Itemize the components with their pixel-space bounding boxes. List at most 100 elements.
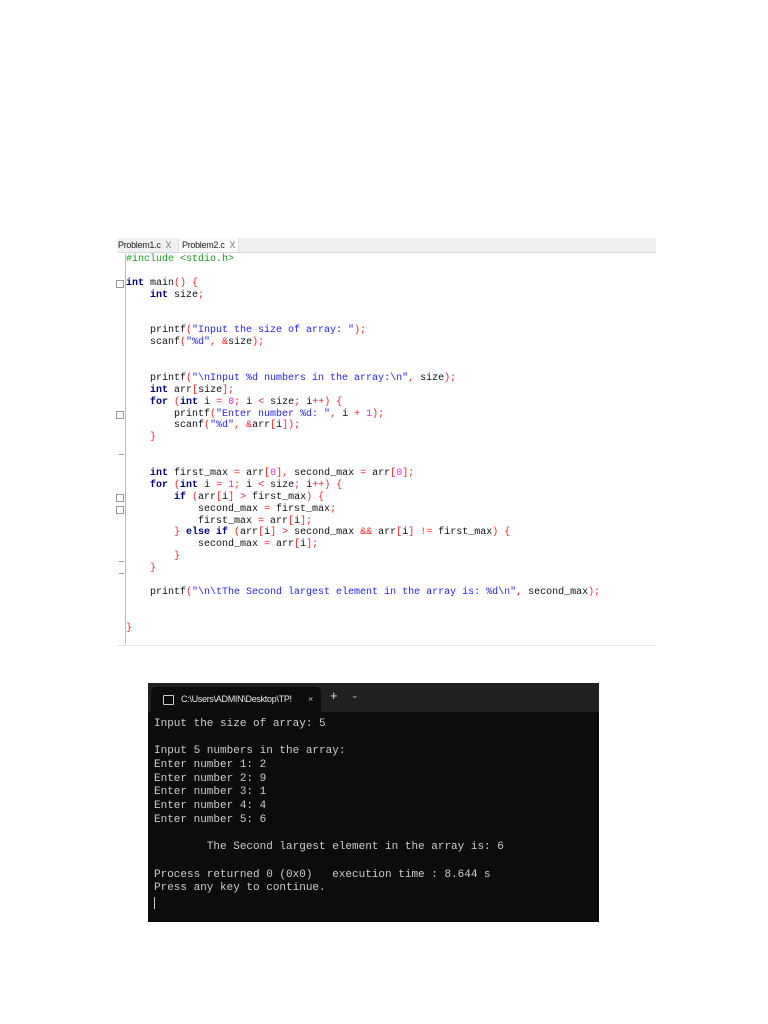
terminal-tab-bar: C:\Users\ADMIN\Desktop\TP! × + ⌄ [148,683,599,712]
code-token: size [420,372,445,384]
code-token: , [408,372,421,384]
code-token: arr [270,539,295,551]
code-token: ]; [402,468,415,480]
close-icon[interactable]: × [308,687,313,712]
code-token: size [198,384,223,396]
code-token: ); [372,408,385,420]
code-token: "%d" [210,420,235,432]
code-token: ); [252,337,265,349]
code-token: second_max [288,468,361,480]
code-token: arr [264,515,289,527]
code-token: ]; [306,539,319,551]
code-token: ); [444,372,457,384]
code-area[interactable]: #include <stdio.h> int main() { int size;… [126,254,600,635]
terminal-output[interactable]: Input the size of array: 5 Input 5 number… [154,718,504,909]
fold-gutter [116,254,126,644]
code-token: printf [126,325,187,337]
text-cursor [154,896,155,909]
code-token: for [150,479,169,491]
code-token: printf [126,408,211,420]
code-token: int [150,468,169,480]
fold-end-marker [119,454,124,455]
terminal-icon [163,695,174,705]
code-token: i [300,396,313,408]
terminal-line: Enter number 1: 2 [154,759,267,772]
code-token: ); [354,325,367,337]
new-tab-button[interactable]: + [330,688,338,703]
code-line: } [126,432,600,444]
code-token: printf [126,372,187,384]
code-token: arr [372,527,397,539]
code-token: int [180,479,199,491]
code-token: first_max [270,503,331,515]
code-token: arr [252,420,271,432]
code-token: arr [366,468,391,480]
code-token: i [198,479,217,491]
code-line: int size; [126,290,600,302]
fold-toggle-icon[interactable] [116,506,124,514]
code-token: () { [174,277,199,289]
code-token: arr [168,384,193,396]
code-token: size [264,479,295,491]
editor-tab-bar: Problem1.c X Problem2.c X [117,238,656,253]
code-line: } else if (arr[i] > second_max && arr[i]… [126,527,600,539]
code-token: ]; [300,515,313,527]
code-line: } [126,551,600,563]
fold-end-marker [119,561,124,562]
code-token: second_max [294,527,361,539]
code-token: i [240,396,259,408]
code-token: i [342,408,355,420]
code-token: size [168,289,199,301]
code-token: if [174,491,187,503]
terminal-tab-title: C:\Users\ADMIN\Desktop\TP! [181,694,292,704]
code-token: first_max [438,527,493,539]
tab-problem2[interactable]: Problem2.c X [178,238,240,252]
terminal-line: Enter number 3: 1 [154,786,267,799]
code-line: printf("\n\tThe Second largest element i… [126,587,600,599]
code-token: arr [240,527,259,539]
code-token: } [126,432,157,444]
code-editor-screenshot: Problem1.c X Problem2.c X #include <stdio.… [116,238,656,646]
code-token: ]; [222,384,235,396]
close-icon[interactable]: X [166,240,172,250]
code-line: int main() { [126,278,600,290]
code-line: scanf("%d", &arr[i]); [126,420,600,432]
code-line: if (arr[i] > first_max) { [126,492,600,504]
code-line: } [126,623,600,635]
code-token: size [228,337,253,349]
fold-toggle-icon[interactable] [116,494,124,502]
code-token: "\n\tThe Second largest element in the a… [192,586,517,598]
code-token: first_max [168,468,235,480]
code-token: ); [588,586,601,598]
tab-problem1[interactable]: Problem1.c X [118,238,172,252]
code-line: } [126,563,600,575]
code-token: int [150,289,169,301]
fold-toggle-icon[interactable] [116,280,124,288]
code-token: > [276,527,295,539]
chevron-down-icon[interactable]: ⌄ [351,690,359,701]
fold-toggle-icon[interactable] [116,411,124,419]
tab-label: Problem2.c [182,240,225,250]
code-token: "%d" [186,337,211,349]
code-token: "Input the size of array: " [192,325,355,337]
code-token: second_max [528,586,589,598]
code-token: ]); [282,420,301,432]
code-token: int [180,396,199,408]
code-line: int arr[size]; [126,385,600,397]
close-icon[interactable]: X [230,240,236,250]
code-line: for (int i = 1; i < size; i++) { [126,480,600,492]
code-token: } [126,527,187,539]
terminal-tab[interactable]: C:\Users\ADMIN\Desktop\TP! × [151,687,321,712]
code-line: printf("\nInput %d numbers in the array:… [126,373,600,385]
